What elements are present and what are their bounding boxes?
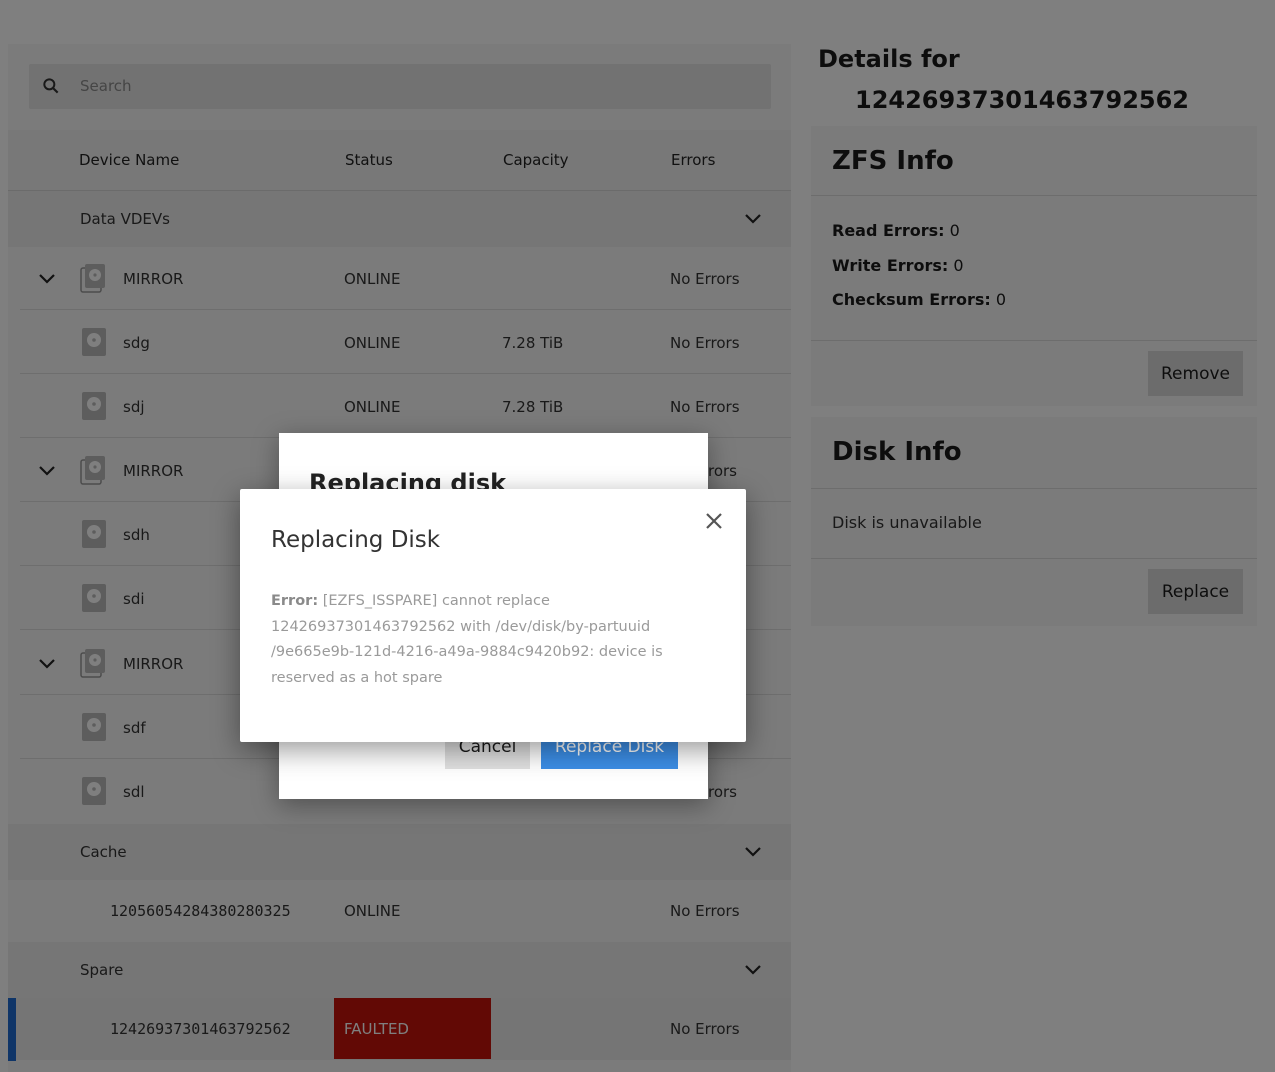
error-line-3: /9e665e9b-121d-4216-a49a-9884c9420b92: d…: [271, 644, 663, 661]
error-dialog-title: Replacing Disk: [271, 527, 441, 553]
error-line-1: [EZFS_ISSPARE] cannot replace: [318, 593, 550, 609]
error-message: Error: [EZFS_ISSPARE] cannot replace 124…: [271, 589, 721, 691]
error-line-4: reserved as a hot spare: [271, 669, 443, 686]
error-line-2: 12426937301463792562 with /dev/disk/by-p…: [271, 618, 651, 635]
error-dialog: Replacing Disk Error: [EZFS_ISSPARE] can…: [240, 489, 746, 742]
close-icon[interactable]: [704, 511, 724, 531]
error-label: Error:: [271, 593, 319, 609]
